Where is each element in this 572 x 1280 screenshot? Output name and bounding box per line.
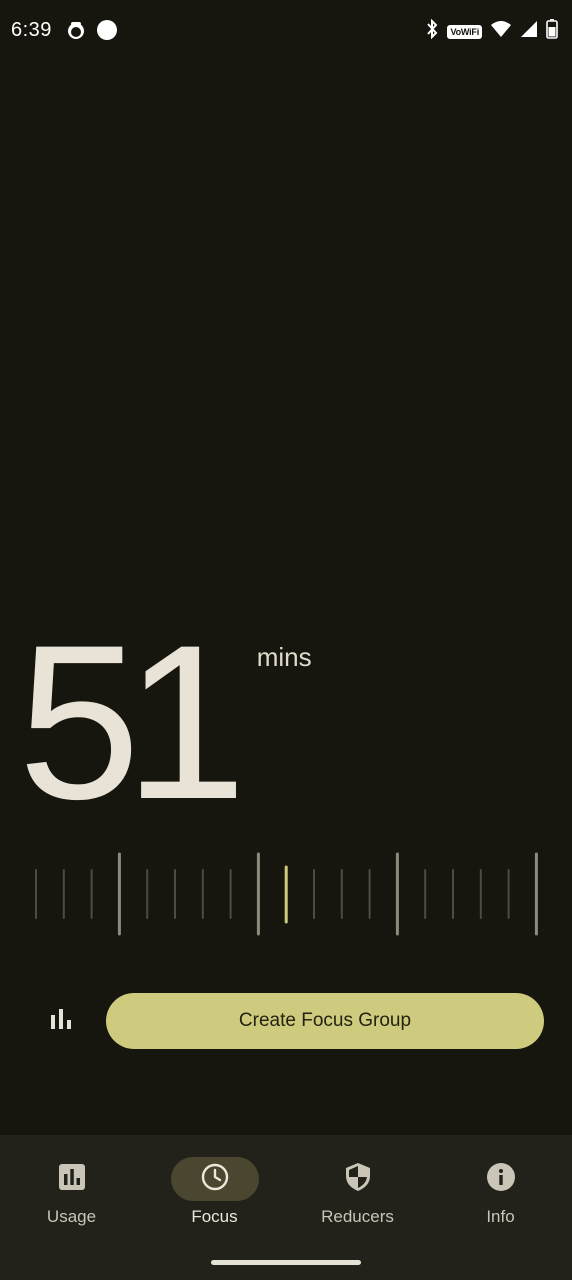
nav-label-reducers: Reducers — [321, 1207, 394, 1226]
nav-item-info[interactable]: Info — [429, 1157, 572, 1227]
clock-icon — [201, 1163, 229, 1196]
battery-icon — [546, 19, 558, 44]
bar-chart-icon — [50, 1008, 72, 1034]
nav-icon-container — [170, 1157, 259, 1201]
nav-item-reducers[interactable]: Reducers — [286, 1157, 429, 1227]
vowifi-badge: VoWiFi — [447, 24, 482, 39]
app-notification-icon — [66, 19, 86, 46]
nav-item-usage[interactable]: Usage — [0, 1157, 143, 1227]
nav-icon-container — [457, 1157, 545, 1201]
bottom-navigation: Usage Focus Reducers Info — [0, 1135, 572, 1280]
nav-label-usage: Usage — [46, 1207, 97, 1226]
info-icon — [486, 1162, 515, 1196]
focus-timer: 51 mins — [18, 612, 312, 832]
wifi-icon — [490, 20, 512, 43]
bluetooth-icon — [425, 18, 439, 44]
status-time: 6:39 — [11, 19, 52, 41]
create-focus-group-button[interactable]: Create Focus Group — [106, 993, 544, 1049]
status-icons: VoWiFi — [425, 18, 558, 44]
timer-value: 51 — [18, 599, 247, 845]
nav-icon-container — [314, 1157, 402, 1201]
nav-label-info: Info — [486, 1207, 515, 1226]
usage-chart-icon — [58, 1163, 85, 1195]
nav-item-focus[interactable]: Focus — [143, 1157, 286, 1227]
nav-label-focus: Focus — [191, 1207, 238, 1226]
nav-icon-container — [28, 1157, 116, 1201]
timer-unit: mins — [256, 642, 312, 672]
status-bar: 6:39 VoWiFi — [0, 0, 572, 62]
home-indicator[interactable] — [211, 1260, 361, 1265]
shield-icon — [345, 1162, 371, 1197]
duration-ruler[interactable] — [0, 850, 572, 940]
cell-signal-icon — [520, 20, 538, 43]
dot-notification-icon — [96, 19, 118, 46]
focus-screen: 6:39 VoWiFi 51 mins Create Focus Group U… — [0, 0, 572, 1280]
stats-button[interactable] — [42, 1002, 80, 1040]
